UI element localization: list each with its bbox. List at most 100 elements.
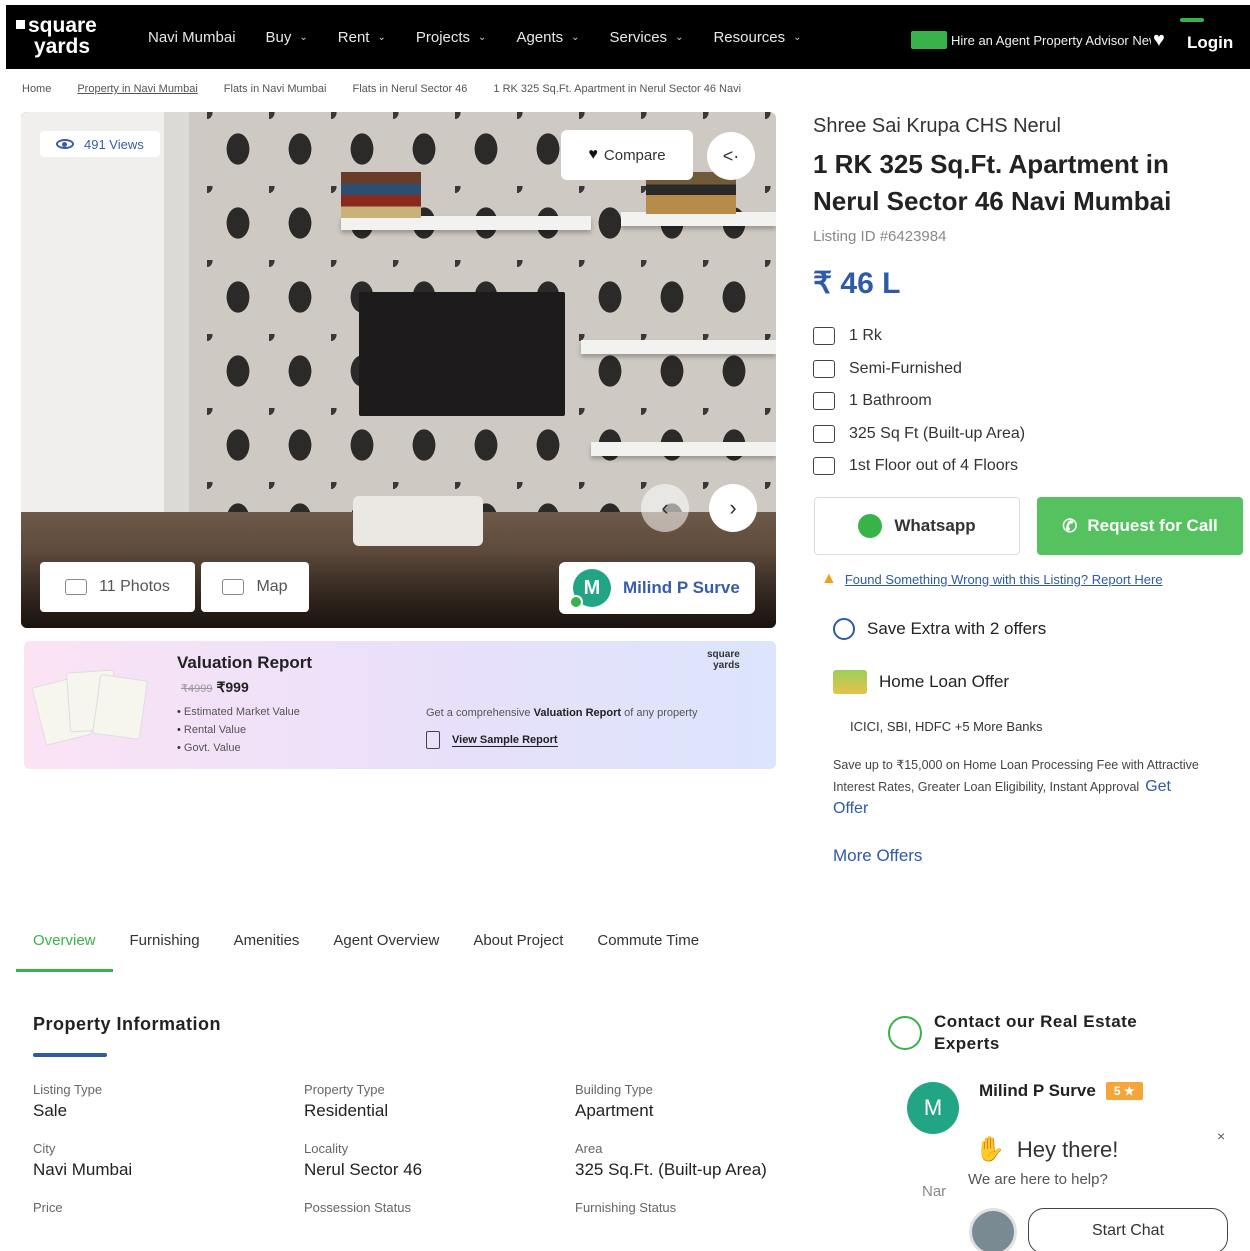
tab-about-project[interactable]: About Project	[456, 922, 580, 972]
info-label: Property Type	[304, 1082, 385, 1097]
spec-text: 1 Rk	[849, 327, 882, 345]
compare-button[interactable]: ♥ Compare	[561, 130, 693, 180]
request-call-label: Request for Call	[1087, 516, 1218, 535]
photo-gallery[interactable]: 491 Views ♥ Compare <· ‹ › 11 Photos Map…	[21, 112, 776, 628]
phone-icon: ✆	[1062, 515, 1078, 536]
info-city: City Navi Mumbai	[33, 1141, 304, 1180]
sofa-icon	[813, 359, 835, 378]
photos-button[interactable]: 11 Photos	[40, 562, 195, 612]
nav-menu: Navi Mumbai Buy ⌄ Rent ⌄ Projects ⌄ Agents ⌄…	[148, 5, 832, 69]
contact-agent[interactable]: Milind P Surve 5 ★	[979, 1081, 1143, 1101]
close-icon[interactable]: ×	[1217, 1128, 1225, 1144]
nav-item-label: Projects	[415, 28, 471, 46]
avatar[interactable]: M	[907, 1082, 959, 1134]
tab-commute-time[interactable]: Commute Time	[580, 922, 716, 972]
info-price: Price	[33, 1200, 304, 1219]
login-button[interactable]: Login	[1187, 33, 1233, 53]
contact-heading: Contact our Real Estate Experts	[888, 1011, 1174, 1055]
discount-icon	[833, 618, 855, 640]
page-title: 1 RK 325 Sq.Ft. Apartment in Nerul Secto…	[813, 149, 1172, 216]
property-info-grid: Listing Type Sale Property Type Residentia…	[33, 1082, 813, 1219]
agent-pill[interactable]: M Milind P Surve	[559, 562, 755, 614]
spec-bhk: 1 Rk	[813, 320, 1025, 353]
info-label: Possession Status	[304, 1200, 411, 1215]
breadcrumb-property-city[interactable]: Property in Navi Mumbai	[77, 83, 197, 95]
spec-furnishing: Semi-Furnished	[813, 353, 1025, 386]
document-icon	[426, 731, 440, 749]
breadcrumb-flats-city[interactable]: Flats in Navi Mumbai	[224, 83, 327, 95]
info-value: 325 Sq.Ft. (Built-up Area)	[575, 1160, 767, 1179]
breadcrumb-flats-locality[interactable]: Flats in Nerul Sector 46	[352, 83, 467, 95]
greeting-text: Hey there!	[1016, 1136, 1119, 1162]
map-button[interactable]: Map	[201, 562, 309, 612]
prev-photo-button[interactable]: ‹	[641, 484, 689, 532]
heart-icon[interactable]: ♥	[1153, 29, 1165, 52]
more-offers-link[interactable]: More Offers	[833, 846, 922, 866]
report-listing-link[interactable]: ▲ Found Something Wrong with this Listin…	[821, 570, 1163, 588]
list-item: Govt. Value	[177, 739, 300, 757]
view-sample-report-link[interactable]: View Sample Report	[426, 731, 558, 749]
info-locality: Locality Nerul Sector 46	[304, 1141, 575, 1180]
info-building-type: Building Type Apartment	[575, 1082, 813, 1121]
report-card-icon	[92, 673, 148, 741]
info-property-type: Property Type Residential	[304, 1082, 575, 1121]
valuation-price: ₹4999 ₹999	[181, 679, 249, 696]
nav-item-rent[interactable]: Rent ⌄	[338, 29, 386, 46]
info-listing-type: Listing Type Sale	[33, 1082, 304, 1121]
project-name[interactable]: Shree Sai Krupa CHS Nerul	[813, 115, 1061, 138]
chevron-down-icon: ⌄	[377, 31, 386, 43]
spec-bathroom: 1 Bathroom	[813, 385, 1025, 418]
request-call-button[interactable]: ✆ Request for Call	[1037, 497, 1243, 555]
start-chat-button[interactable]: Start Chat	[1028, 1208, 1228, 1251]
chevron-down-icon: ⌄	[675, 31, 684, 43]
nav-item-agents[interactable]: Agents ⌄	[516, 29, 579, 46]
spec-floor: 1st Floor out of 4 Floors	[813, 450, 1025, 483]
logo-text-line2: yards	[34, 35, 91, 58]
photos-icon	[65, 579, 88, 595]
info-area: Area 325 Sq.Ft. (Built-up Area)	[575, 1141, 813, 1180]
sample-report-label: View Sample Report	[452, 733, 558, 747]
property-info-title: Property Information	[33, 1014, 222, 1034]
nav-item-services[interactable]: Services ⌄	[610, 29, 684, 46]
valuation-report-banner[interactable]: Valuation Report ₹4999₹999 Estimated Mar…	[24, 641, 776, 769]
section-tabs: Overview Furnishing Amenities Agent Over…	[16, 922, 716, 972]
next-photo-button[interactable]: ›	[709, 484, 757, 532]
spec-text: 1st Floor out of 4 Floors	[849, 457, 1018, 475]
report-label: Found Something Wrong with this Listing?…	[844, 571, 1163, 587]
loan-description: Save up to ₹15,000 on Home Loan Processi…	[833, 754, 1203, 820]
compare-label: Compare	[603, 146, 666, 164]
info-label: Price	[33, 1200, 63, 1215]
eye-icon	[56, 139, 74, 149]
tab-overview[interactable]: Overview	[16, 922, 113, 972]
warning-icon: ▲	[821, 570, 837, 587]
breadcrumb-home[interactable]: Home	[22, 83, 51, 95]
chat-help-text: We are here to help?	[968, 1171, 1108, 1188]
whatsapp-label: Whatsapp	[894, 516, 976, 535]
tab-furnishing[interactable]: Furnishing	[113, 922, 217, 972]
valuation-cta-text: Get a comprehensive Valuation Report of …	[426, 707, 697, 719]
square-yards-logo[interactable]: square yards	[16, 15, 97, 57]
info-value: Nerul Sector 46	[304, 1160, 423, 1179]
valuation-title: Valuation Report	[177, 653, 313, 672]
nav-item-buy[interactable]: Buy ⌄	[266, 29, 308, 46]
tab-agent-overview[interactable]: Agent Overview	[316, 922, 456, 972]
nav-item-city[interactable]: Navi Mumbai	[148, 29, 236, 46]
avatar-initial: M	[583, 576, 601, 599]
info-label: Building Type	[575, 1082, 653, 1097]
tab-amenities[interactable]: Amenities	[217, 922, 317, 972]
nav-item-projects[interactable]: Projects ⌄	[416, 29, 487, 46]
breadcrumb-current: 1 RK 325 Sq.Ft. Apartment in Nerul Secto…	[493, 83, 742, 95]
title-underline	[33, 1053, 107, 1057]
spec-text: 1 Bathroom	[849, 392, 932, 410]
nav-item-resources[interactable]: Resources ⌄	[713, 29, 801, 46]
chevron-down-icon: ⌄	[571, 31, 580, 43]
info-furnishing-status: Furnishing Status	[575, 1200, 813, 1219]
whatsapp-button[interactable]: Whatsapp	[814, 497, 1020, 555]
offers-heading: Save Extra with 2 offers	[833, 618, 1046, 640]
listing-price: ₹ 46 L	[813, 267, 901, 300]
area-icon	[813, 424, 835, 443]
nav-promo-link[interactable]: Hire an Agent Property Advisor New ♥	[911, 29, 1165, 51]
info-label: Furnishing Status	[575, 1200, 677, 1215]
share-icon[interactable]: <·	[707, 132, 755, 180]
phone-call-icon	[888, 1016, 922, 1050]
